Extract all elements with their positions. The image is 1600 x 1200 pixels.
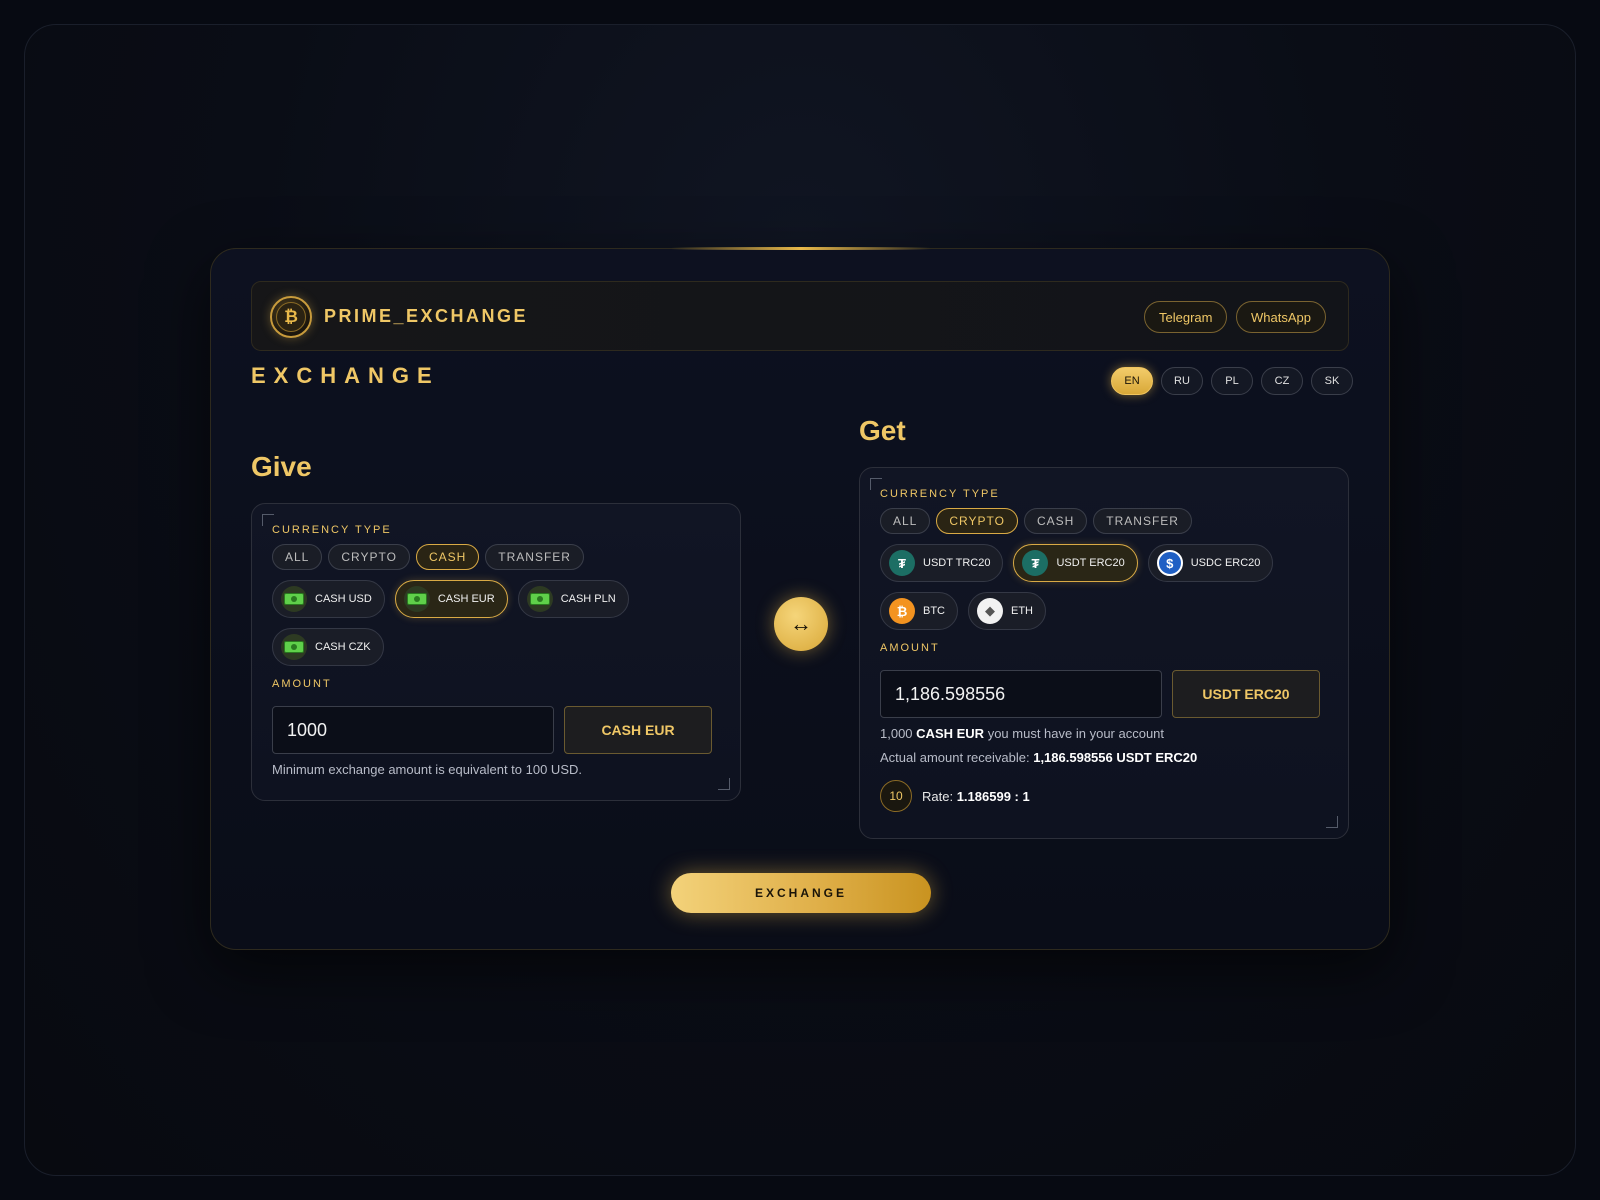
swap-icon[interactable]: ↔ [774,597,828,651]
cash-icon [281,634,307,660]
get-panel: CURRENCY TYPE ALL CRYPTO CASH TRANSFER ₮… [859,467,1349,839]
get-filter-transfer[interactable]: TRANSFER [1093,508,1192,534]
get-currency-eth[interactable]: ◆ ETH [968,592,1046,630]
exchange-card: ₿ PRIME_EXCHANGE Telegram WhatsApp EXCHA… [210,247,1390,950]
give-filter-all[interactable]: ALL [272,544,323,570]
card-top-glow [671,247,931,250]
currency-label: USDT TRC20 [923,557,991,569]
get-currency-usdc-erc20[interactable]: $ USDC ERC20 [1147,544,1274,582]
ethereum-icon: ◆ [977,598,1003,624]
currency-label: CASH EUR [437,593,495,605]
page-title: EXCHANGE [251,363,440,388]
logo-glyph: ₿ [276,302,306,332]
get-amount-input[interactable]: 1,186.598556 [880,670,1162,718]
give-filter-group: ALL CRYPTO CASH TRANSFER [272,544,584,570]
tether-icon: ₮ [889,550,915,576]
currency-label: USDT ERC20 [1056,557,1125,569]
give-filter-crypto[interactable]: CRYPTO [328,544,410,570]
rate-value: 1.186599 : 1 [956,789,1030,804]
cash-icon [403,586,430,612]
give-currency-type-label: CURRENCY TYPE [272,524,392,536]
rate-prefix: Rate: [922,789,954,804]
language-switcher: EN RU PL CZ SK [1111,367,1353,395]
give-currency-cash-eur[interactable]: CASH EUR [394,580,508,618]
currency-label: CASH CZK [315,641,371,653]
get-filter-crypto[interactable]: CRYPTO [936,508,1018,534]
get-currency-usdt-erc20[interactable]: ₮ USDT ERC20 [1013,544,1138,582]
whatsapp-button[interactable]: WhatsApp [1236,301,1326,333]
currency-label: ETH [1011,605,1033,617]
exchange-button[interactable]: EXCHANGE [671,873,931,913]
get-amount-label: AMOUNT [880,642,940,654]
get-filter-cash[interactable]: CASH [1023,508,1088,534]
lang-en[interactable]: EN [1111,367,1153,395]
get-currency-list: ₮ USDT TRC20 ₮ USDT ERC20 $ USDC ERC20 ₿… [880,544,1340,630]
give-currency-button[interactable]: CASH EUR [564,706,712,754]
get-filter-group: ALL CRYPTO CASH TRANSFER [880,508,1192,534]
receivable-prefix: Actual amount receivable: [880,750,1030,765]
telegram-button[interactable]: Telegram [1144,301,1228,333]
lang-sk[interactable]: SK [1311,367,1353,395]
get-currency-usdt-trc20[interactable]: ₮ USDT TRC20 [880,544,1004,582]
currency-label: CASH PLN [560,593,616,605]
lang-pl[interactable]: PL [1211,367,1253,395]
currency-label: USDC ERC20 [1190,557,1261,569]
give-amount-label: AMOUNT [272,678,332,690]
rate-text: Rate: 1.186599 : 1 [922,789,1030,804]
give-currency-cash-czk[interactable]: CASH CZK [272,628,384,666]
must-have-note: 1,000 CASH EUR you must have in your acc… [880,726,1164,741]
usdc-icon: $ [1156,550,1183,576]
give-heading: Give [251,451,312,482]
get-currency-btc[interactable]: ₿ BTC [880,592,958,630]
must-have-currency: CASH EUR [916,726,985,741]
give-amount-input[interactable]: 1000 [272,706,554,754]
cash-icon [281,586,307,612]
give-filter-transfer[interactable]: TRANSFER [485,544,584,570]
bitcoin-icon: ₿ [889,598,915,624]
currency-label: BTC [923,605,945,617]
app-header: ₿ PRIME_EXCHANGE Telegram WhatsApp [251,281,1349,351]
give-currency-cash-usd[interactable]: CASH USD [272,580,385,618]
bitcoin-logo-icon: ₿ [270,296,312,338]
lang-cz[interactable]: CZ [1261,367,1303,395]
min-amount-note: Minimum exchange amount is equivalent to… [272,762,582,777]
tether-icon: ₮ [1022,550,1049,576]
must-have-amount: 1,000 [880,726,913,741]
corner-decoration [1326,816,1338,828]
get-filter-all[interactable]: ALL [880,508,931,534]
rate-badge: 10 [880,780,912,812]
give-currency-cash-pln[interactable]: CASH PLN [517,580,629,618]
lang-ru[interactable]: RU [1161,367,1203,395]
give-currency-list: CASH USD CASH EUR CASH PLN CASH CZK [272,580,732,666]
give-filter-cash[interactable]: CASH [415,544,480,570]
get-heading: Get [859,415,906,446]
receivable-value: 1,186.598556 USDT ERC20 [1033,750,1198,765]
get-currency-type-label: CURRENCY TYPE [880,488,1000,500]
currency-label: CASH USD [315,593,372,605]
give-panel: CURRENCY TYPE ALL CRYPTO CASH TRANSFER C… [251,503,741,801]
must-have-suffix: you must have in your account [987,726,1165,741]
brand-name: PRIME_EXCHANGE [324,306,529,326]
cash-icon [526,586,553,612]
corner-decoration [718,778,730,790]
receivable-note: Actual amount receivable: 1,186.598556 U… [880,750,1197,765]
get-currency-button[interactable]: USDT ERC20 [1172,670,1320,718]
